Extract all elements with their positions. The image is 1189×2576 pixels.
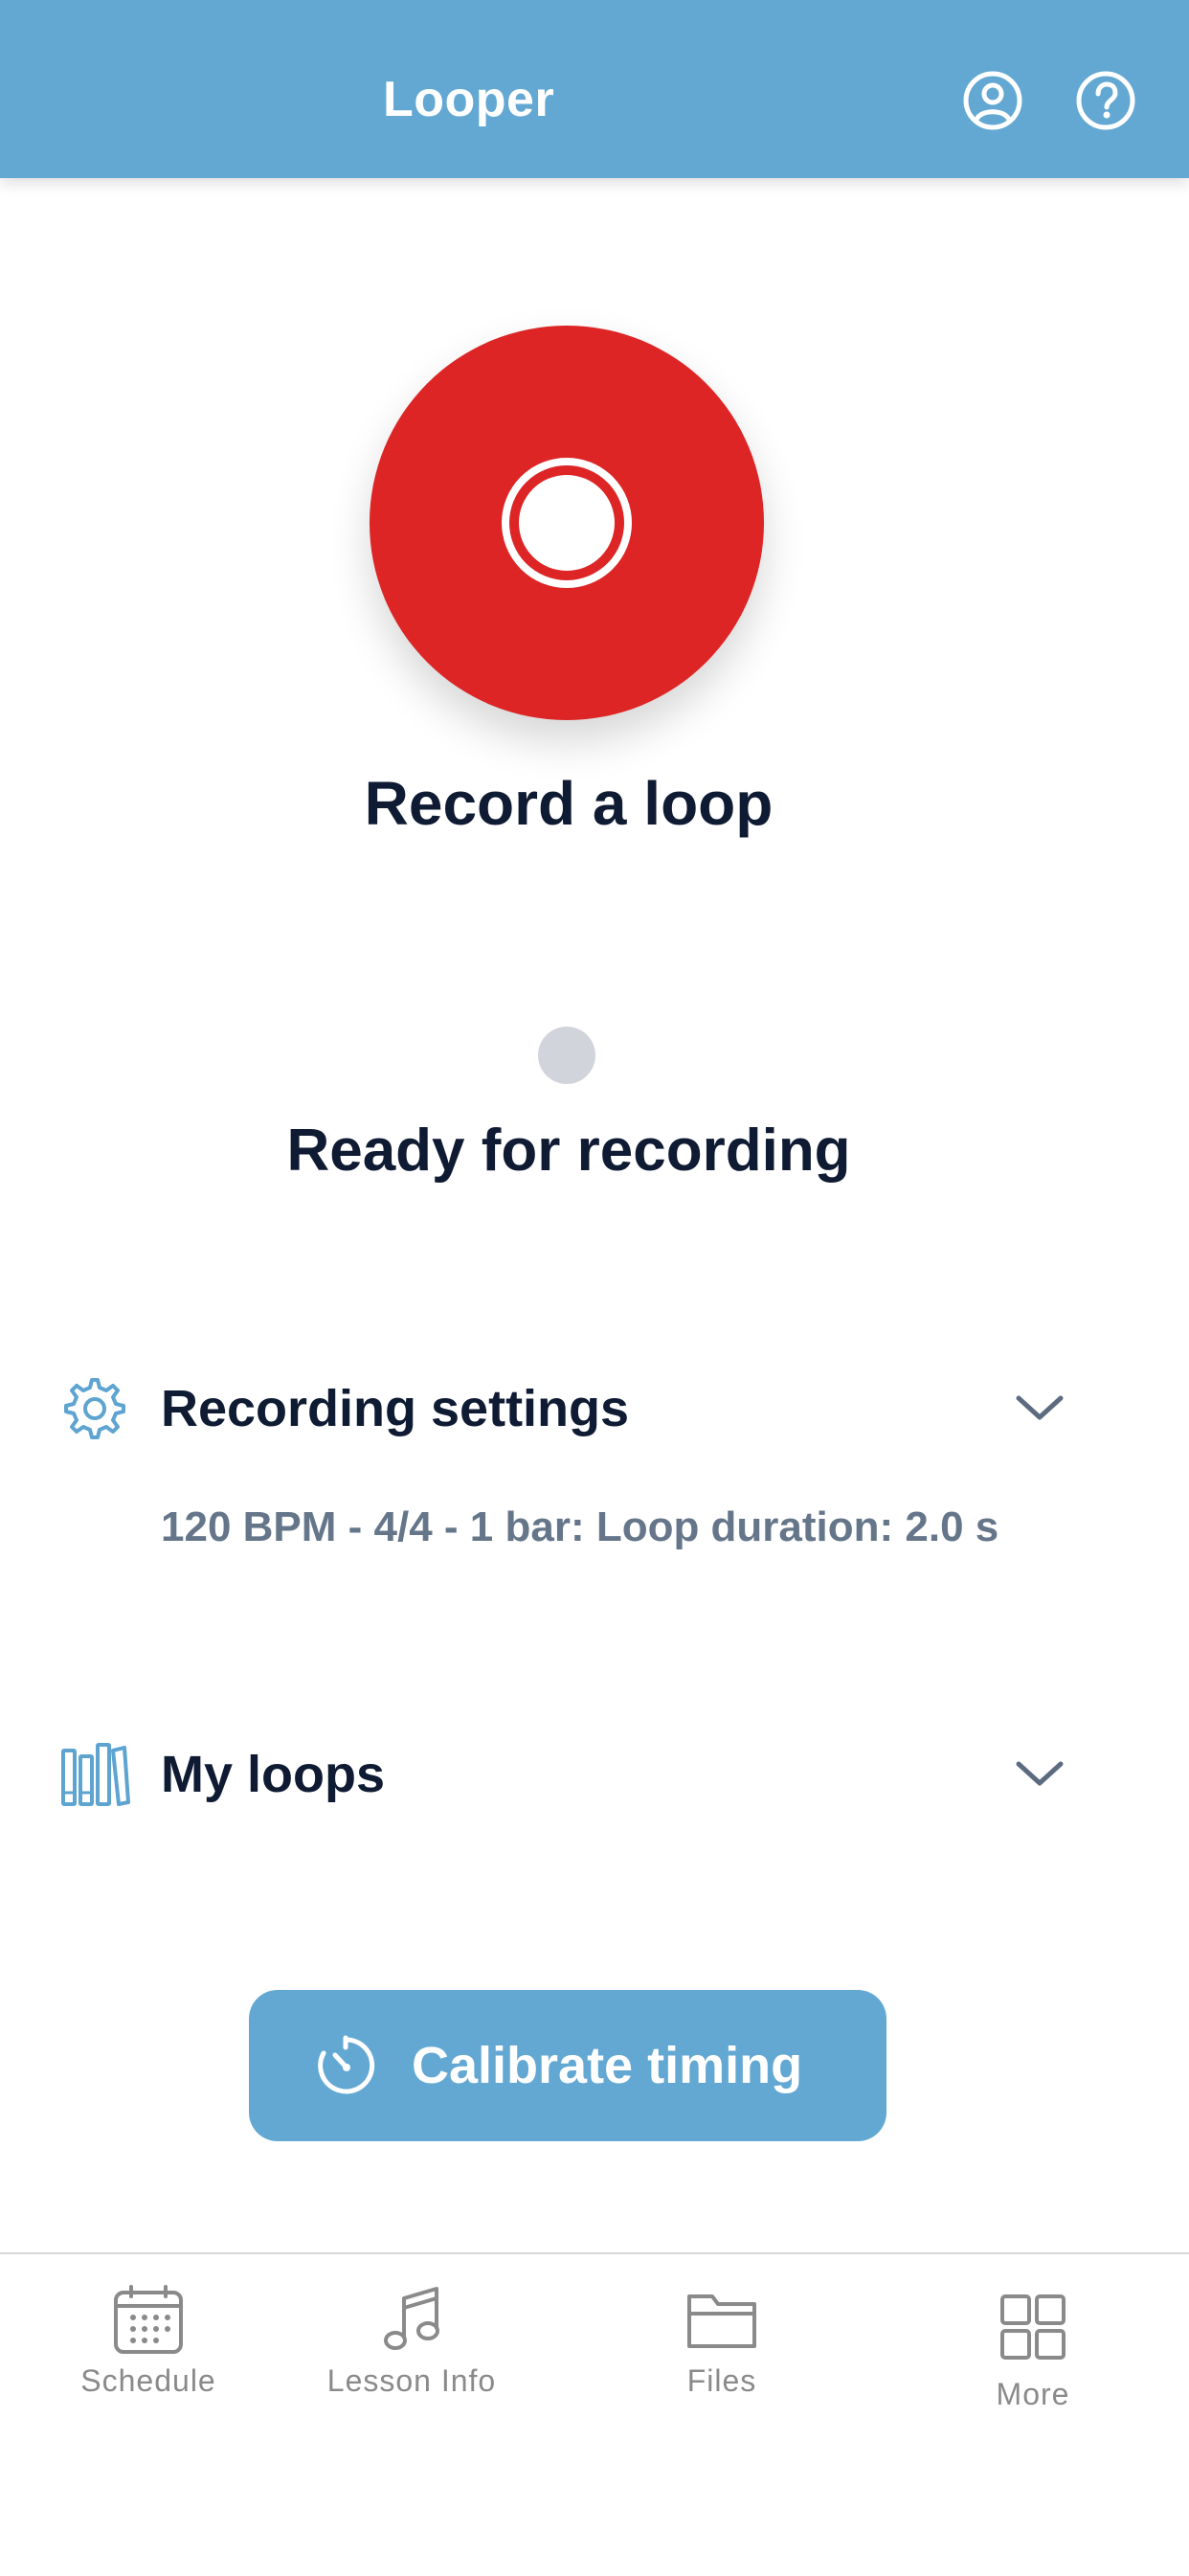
tab-bar: Schedule Lesson Info Files More xyxy=(0,2252,1189,2576)
tab-label: Lesson Info xyxy=(326,2363,497,2398)
my-loops-title: My loops xyxy=(161,1746,386,1803)
tab-schedule[interactable]: Schedule xyxy=(0,2254,297,2446)
library-icon xyxy=(61,1743,130,1806)
calendar-icon xyxy=(114,2285,183,2354)
my-loops-toggle[interactable]: My loops xyxy=(0,1716,1189,1831)
calibrate-timing-button[interactable]: Calibrate timing xyxy=(249,1990,886,2141)
record-button[interactable] xyxy=(370,326,764,720)
tab-label: Schedule xyxy=(80,2363,216,2398)
record-icon xyxy=(502,458,632,588)
account-icon xyxy=(963,71,1022,130)
calibrate-timing-label: Calibrate timing xyxy=(412,2037,803,2094)
gear-icon xyxy=(64,1378,125,1439)
chevron-down-icon xyxy=(1016,1395,1064,1420)
tab-lesson-info[interactable]: Lesson Info xyxy=(263,2254,560,2446)
account-button[interactable] xyxy=(963,71,1022,130)
tab-label: More xyxy=(996,2377,1070,2411)
help-icon xyxy=(1076,71,1135,130)
tab-more[interactable]: More xyxy=(885,2254,1181,2446)
folder-icon xyxy=(687,2294,756,2348)
app-header: Looper xyxy=(0,0,1189,178)
timer-icon xyxy=(318,2035,375,2094)
music-note-icon xyxy=(384,2287,439,2350)
status-text: Ready for recording xyxy=(286,1118,851,1184)
recording-settings-toggle[interactable]: Recording settings xyxy=(0,1350,1189,1465)
recording-settings-title: Recording settings xyxy=(161,1380,630,1437)
record-label: Record a loop xyxy=(364,769,774,838)
tab-label: Files xyxy=(686,2363,757,2398)
tab-files[interactable]: Files xyxy=(573,2254,870,2446)
recording-settings-summary: 120 BPM - 4/4 - 1 bar: Loop duration: 2.… xyxy=(161,1503,999,1550)
help-button[interactable] xyxy=(1076,71,1135,130)
page-title: Looper xyxy=(383,72,555,127)
status-indicator xyxy=(538,1027,595,1084)
grid-icon xyxy=(1000,2294,1066,2360)
chevron-down-icon xyxy=(1016,1761,1064,1786)
